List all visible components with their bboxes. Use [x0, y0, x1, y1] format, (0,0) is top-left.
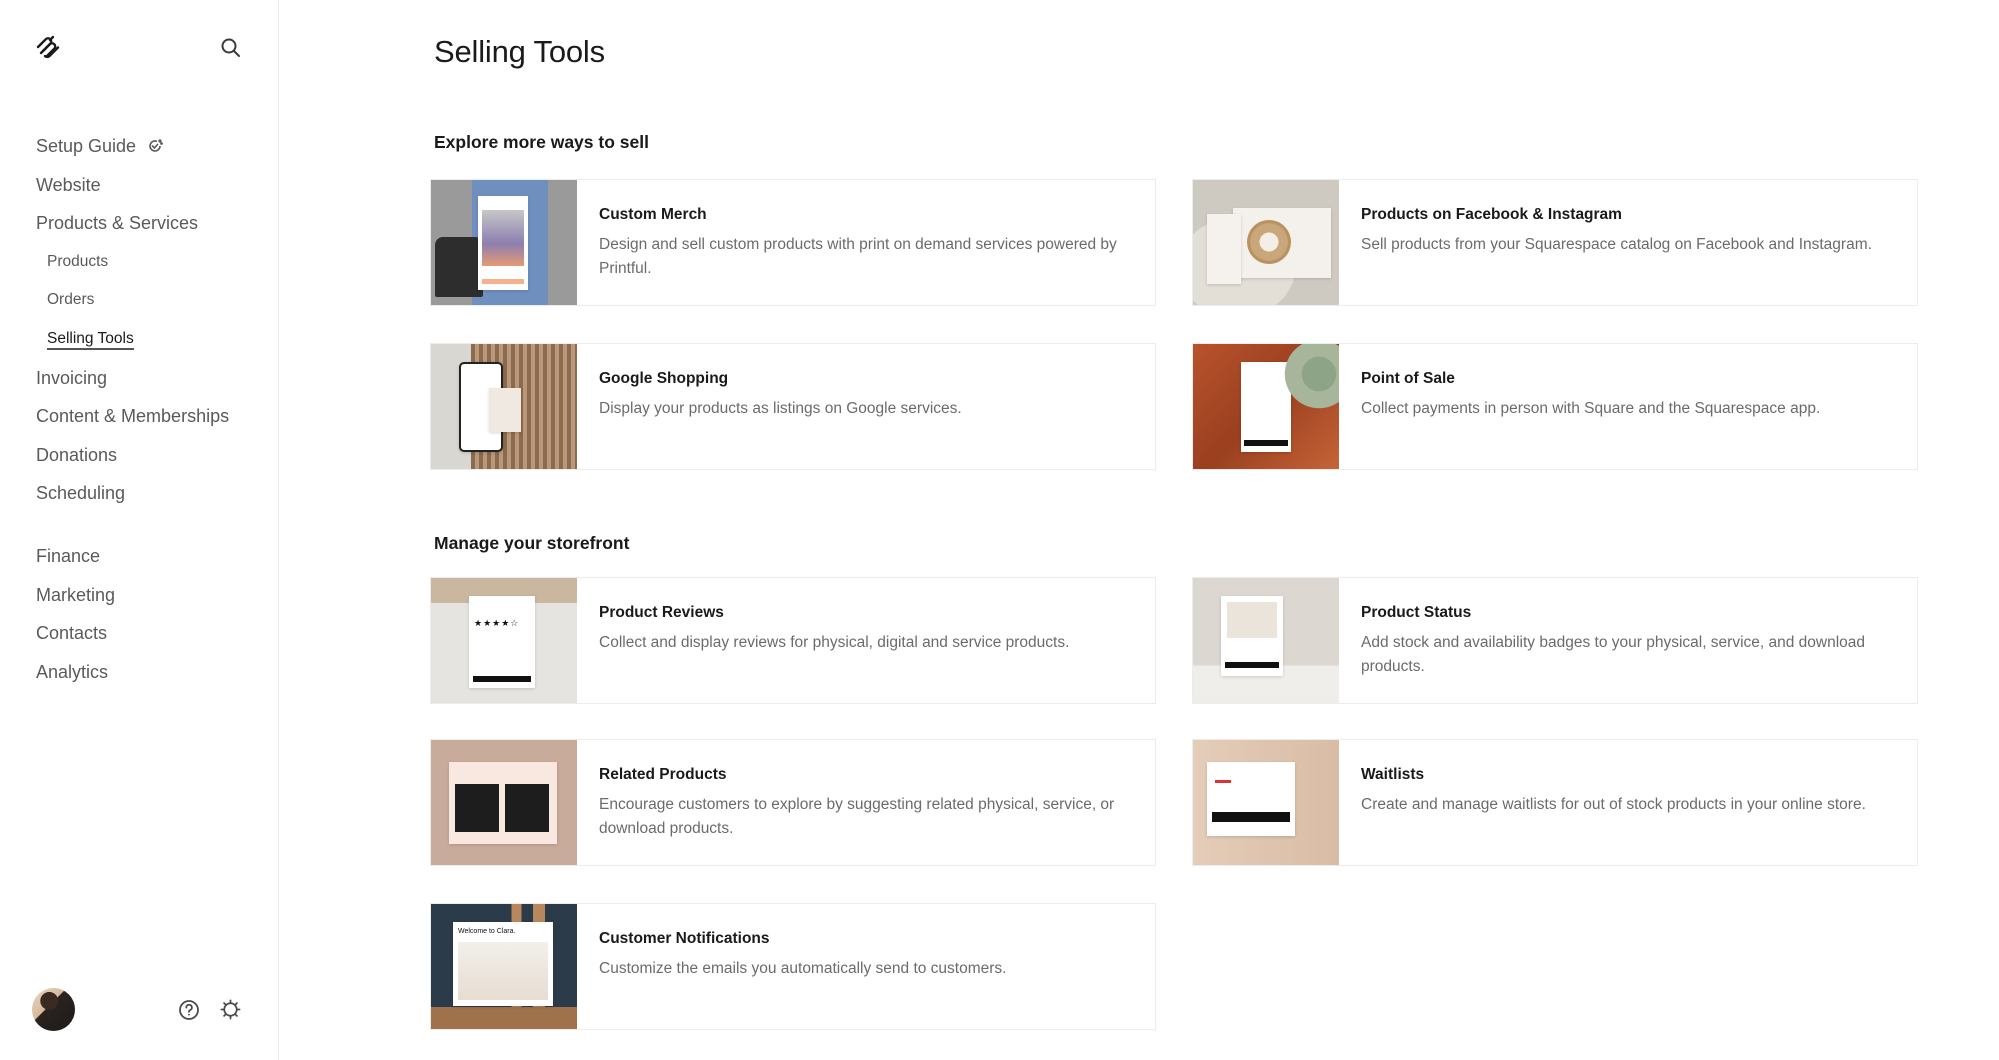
sidebar-item-analytics[interactable]: Analytics: [36, 659, 266, 698]
card-google-shopping[interactable]: Google Shopping Display your products as…: [430, 343, 1156, 470]
sidebar-item-label: Scheduling: [36, 483, 126, 504]
main-content: Selling Tools Explore more ways to sell …: [430, 0, 1999, 1060]
search-icon: [221, 38, 240, 57]
avatar[interactable]: [32, 988, 75, 1031]
card-title: Waitlists: [1361, 766, 1425, 783]
card-title: Product Reviews: [599, 604, 724, 621]
sidebar-item-label: Website: [36, 174, 101, 195]
card-description: Display your products as listings on Goo…: [599, 400, 962, 417]
card-description: Customize the emails you automatically s…: [599, 960, 1007, 977]
sidebar-item-products-services[interactable]: Products & Services: [36, 210, 266, 249]
page-title: Selling Tools: [434, 34, 605, 69]
sidebar-item-setup-guide[interactable]: Setup Guide: [36, 133, 266, 172]
setup-guide-check-icon: [149, 139, 163, 152]
help-icon: [179, 1000, 199, 1020]
related-products-thumbnail: [431, 740, 577, 865]
sidebar-item-label: Setup Guide: [36, 136, 137, 156]
sidebar-footer: [0, 960, 278, 1060]
waitlists-thumbnail: [1193, 740, 1339, 865]
card-title: Customer Notifications: [599, 930, 770, 947]
sidebar-subitem-selling-tools[interactable]: Selling Tools: [36, 326, 266, 365]
card-related-products[interactable]: Related Products Encourage customers to …: [430, 739, 1156, 866]
customer-notifications-thumbnail: Welcome to Clara.: [431, 904, 577, 1029]
help-button[interactable]: [178, 999, 200, 1021]
section-heading-explore: Explore more ways to sell: [434, 132, 649, 152]
sidebar-subitem-products[interactable]: Products: [36, 249, 266, 288]
sidebar-item-label: Products & Services: [36, 213, 199, 234]
sidebar: Setup Guide Website Products & Services …: [0, 0, 279, 1060]
card-title: Related Products: [599, 766, 727, 783]
custom-merch-thumbnail: [431, 180, 577, 305]
card-customer-notifications[interactable]: Welcome to Clara. Customer Notifications…: [430, 903, 1156, 1030]
card-description: Create and manage waitlists for out of s…: [1361, 796, 1866, 813]
card-title: Point of Sale: [1361, 370, 1455, 387]
card-description: Design and sell custom products with pri…: [599, 236, 1117, 277]
card-custom-merch[interactable]: Custom Merch Design and sell custom prod…: [430, 179, 1156, 306]
sidebar-item-label: Marketing: [36, 584, 116, 605]
card-title: Product Status: [1361, 604, 1472, 621]
card-product-status[interactable]: Product Status Add stock and availabilit…: [1192, 577, 1918, 704]
sidebar-subitem-orders[interactable]: Orders: [36, 287, 266, 326]
card-waitlists[interactable]: Waitlists Create and manage waitlists fo…: [1192, 739, 1918, 866]
sidebar-item-invoicing[interactable]: Invoicing: [36, 365, 266, 404]
card-point-of-sale[interactable]: Point of Sale Collect payments in person…: [1192, 343, 1918, 470]
sidebar-item-label: Analytics: [36, 661, 109, 682]
squarespace-logo-icon[interactable]: [34, 34, 62, 62]
sidebar-item-label: Invoicing: [36, 367, 108, 388]
sidebar-item-marketing[interactable]: Marketing: [36, 582, 266, 621]
card-product-reviews[interactable]: ★★★★☆ Product Reviews Collect and displa…: [430, 577, 1156, 704]
product-status-thumbnail: [1193, 578, 1339, 703]
nav-divider-gap: [36, 519, 266, 543]
section-heading-storefront: Manage your storefront: [434, 533, 630, 553]
card-description: Collect and display reviews for physical…: [599, 634, 1070, 651]
sidebar-item-label: Content & Memberships: [36, 406, 230, 427]
google-shopping-thumbnail: [431, 344, 577, 469]
sidebar-item-donations[interactable]: Donations: [36, 442, 266, 481]
sidebar-item-label: Finance: [36, 545, 101, 566]
card-description: Collect payments in person with Square a…: [1361, 400, 1821, 417]
gear-icon: [220, 999, 241, 1020]
card-title: Custom Merch: [599, 206, 707, 223]
settings-button[interactable]: [219, 998, 242, 1021]
sidebar-item-label: Contacts: [36, 623, 108, 644]
card-title: Products on Facebook & Instagram: [1361, 206, 1622, 223]
sidebar-item-label: Selling Tools: [47, 329, 134, 350]
facebook-instagram-thumbnail: [1193, 180, 1339, 305]
sidebar-item-label: Orders: [47, 291, 95, 309]
sidebar-item-contacts[interactable]: Contacts: [36, 620, 266, 659]
card-description: Encourage customers to explore by sugges…: [599, 796, 1115, 837]
sidebar-item-scheduling[interactable]: Scheduling: [36, 480, 266, 519]
sidebar-item-content-memberships[interactable]: Content & Memberships: [36, 403, 266, 442]
sidebar-item-website[interactable]: Website: [36, 172, 266, 211]
search-button[interactable]: [218, 35, 244, 61]
product-reviews-thumbnail: ★★★★☆: [431, 578, 577, 703]
sidebar-item-label: Donations: [36, 444, 118, 465]
point-of-sale-thumbnail: [1193, 344, 1339, 469]
card-facebook-instagram[interactable]: Products on Facebook & Instagram Sell pr…: [1192, 179, 1918, 306]
card-title: Google Shopping: [599, 370, 729, 387]
sidebar-item-finance[interactable]: Finance: [36, 543, 266, 582]
sidebar-nav: Setup Guide Website Products & Services …: [36, 133, 266, 697]
sidebar-item-label: Products: [47, 252, 109, 270]
card-description: Add stock and availability badges to you…: [1361, 634, 1866, 675]
card-description: Sell products from your Squarespace cata…: [1361, 236, 1872, 253]
